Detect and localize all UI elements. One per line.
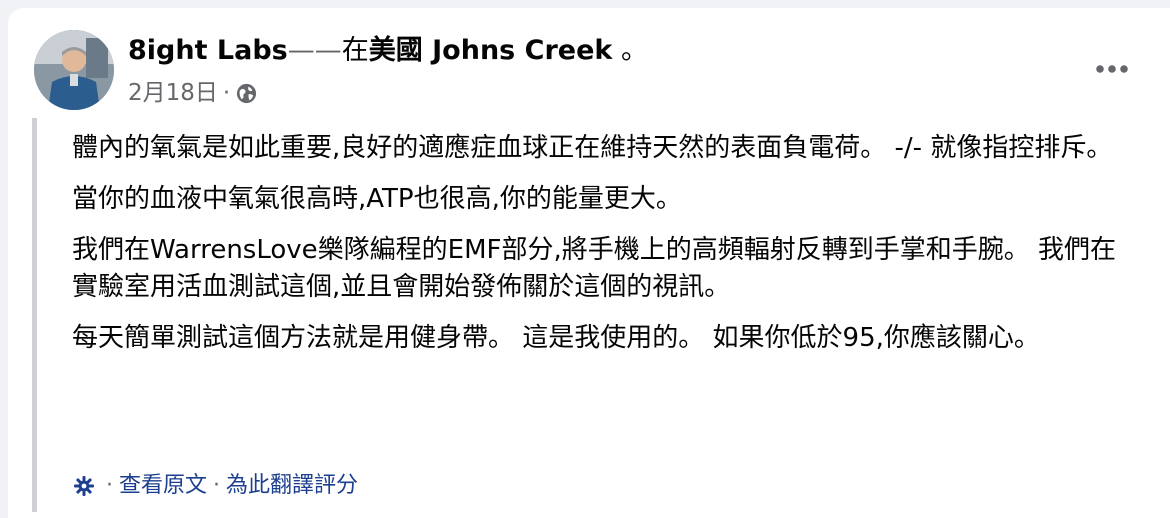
translation-separator: ·	[213, 473, 221, 498]
see-original-link[interactable]: 查看原文	[119, 472, 207, 500]
translate-gear-icon	[72, 474, 96, 498]
post-timestamp-link[interactable]: 2月18日	[128, 78, 218, 108]
post-paragraph: 體內的氧氣是如此重要,良好的適應症血球正在維持天然的表面負電荷。 -/- 就像指…	[72, 133, 1113, 163]
meta-separator: ·	[222, 80, 231, 106]
location-prefix: 在	[341, 35, 369, 66]
quote-bar	[32, 118, 37, 512]
more-options-icon	[1096, 65, 1128, 73]
post-card: 8ight Labs——在美國 Johns Creek 。 2月18日 · 體內…	[8, 8, 1170, 518]
post-paragraph: 每天簡單測試這個方法就是用健身帶。 這是我使用的。 如果你低於95,你應該關心。	[72, 323, 1040, 353]
header-dash: ——	[287, 35, 342, 66]
post-paragraph: 當你的血液中氧氣很高時,ATP也很高,你的能量更大。	[72, 184, 682, 214]
translation-row: · 查看原文 · 為此翻譯評分	[72, 472, 358, 500]
author-avatar[interactable]	[34, 30, 114, 110]
globe-icon[interactable]	[235, 82, 258, 105]
translation-separator: ·	[106, 473, 113, 498]
location-suffix: 。	[612, 35, 648, 66]
rate-translation-link[interactable]: 為此翻譯評分	[226, 472, 358, 500]
location-link[interactable]: 美國 Johns Creek	[369, 35, 613, 66]
author-name-link[interactable]: 8ight Labs	[128, 35, 288, 66]
post-body: 體內的氧氣是如此重要,良好的適應症血球正在維持天然的表面負電荷。 -/- 就像指…	[72, 130, 1134, 371]
more-options-button[interactable]	[1090, 54, 1134, 84]
post-meta: 2月18日 ·	[128, 78, 258, 108]
post-header: 8ight Labs——在美國 Johns Creek 。	[128, 34, 648, 68]
avatar-photo	[34, 30, 114, 110]
post-paragraph: 我們在WarrensLove樂隊編程的EMF部分,將手機上的高頻輻射反轉到手掌和…	[72, 235, 1117, 302]
